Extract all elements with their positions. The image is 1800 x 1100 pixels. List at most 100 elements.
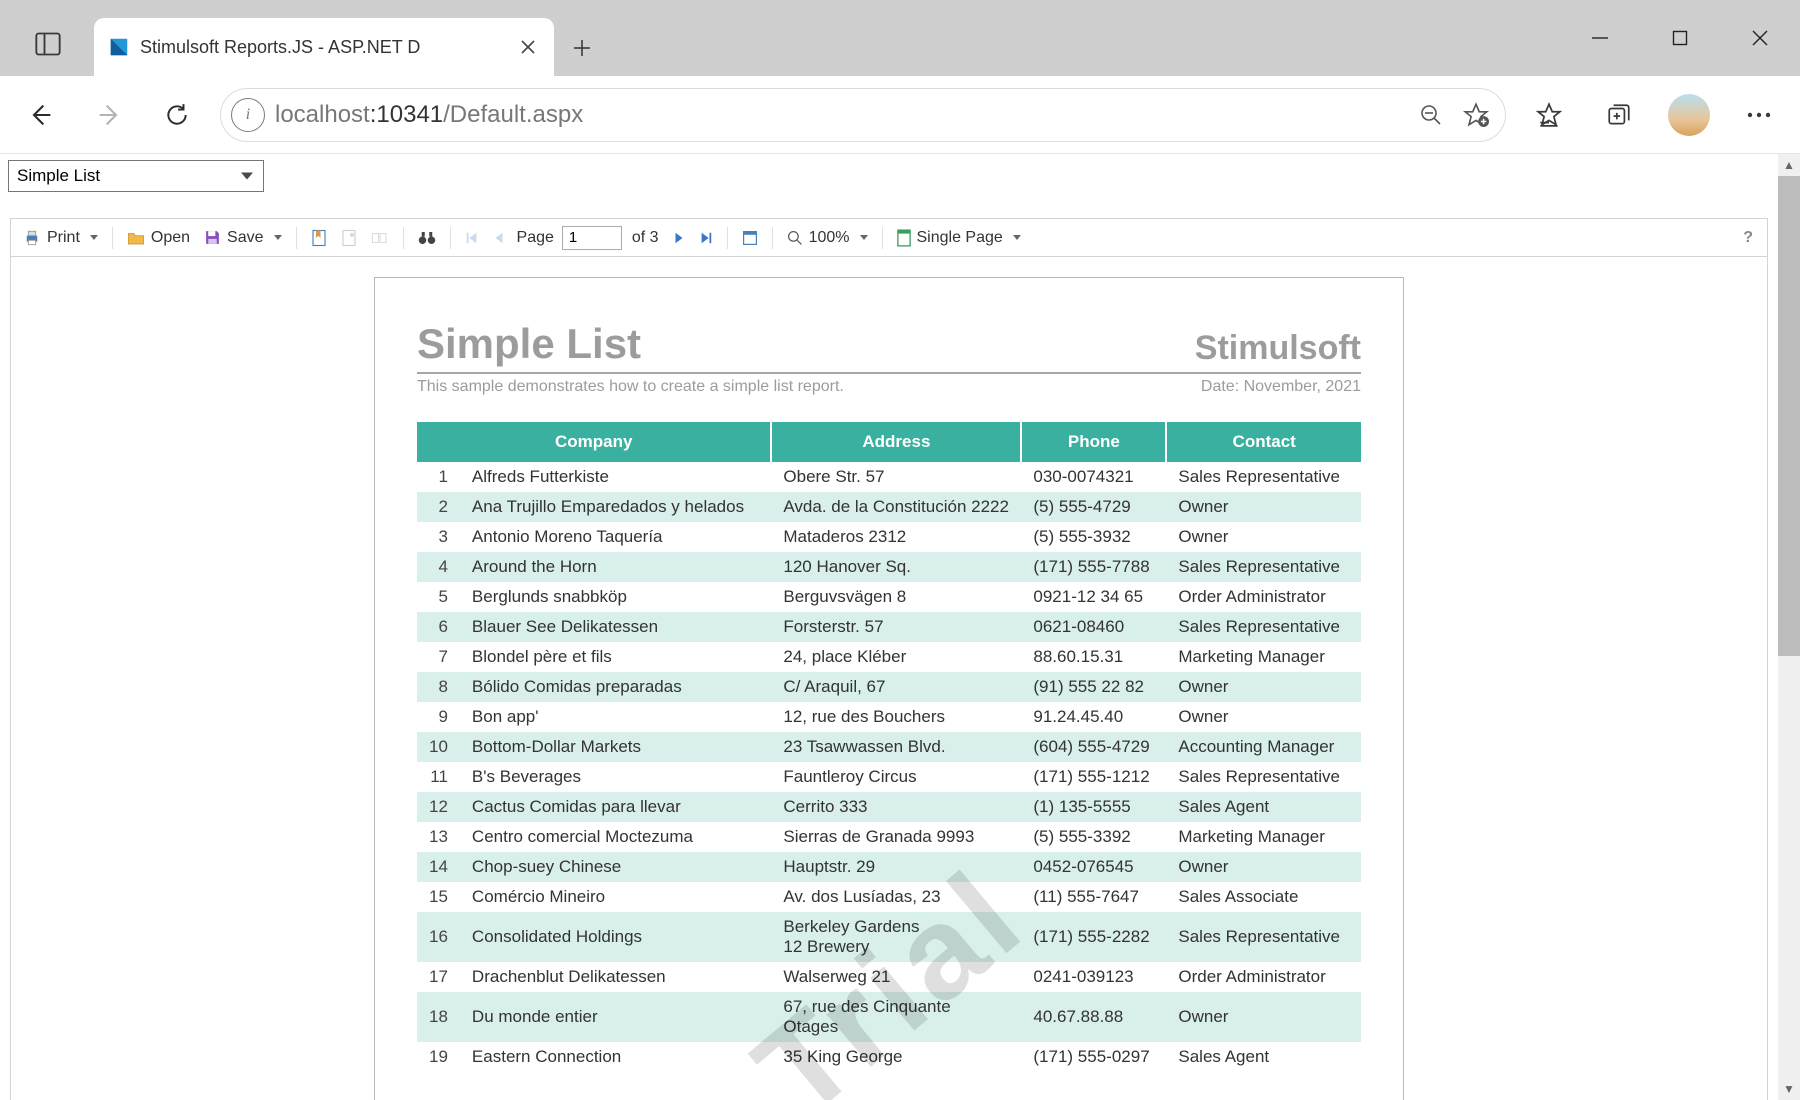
cell-address: Mataderos 2312 bbox=[771, 522, 1021, 552]
cell-company: Around the Horn bbox=[460, 552, 771, 582]
back-button[interactable] bbox=[10, 84, 72, 146]
browser-tab-active[interactable]: Stimulsoft Reports.JS - ASP.NET D bbox=[94, 18, 554, 76]
refresh-button[interactable] bbox=[146, 84, 208, 146]
report-date: Date: November, 2021 bbox=[1201, 378, 1361, 396]
cell-address: Hauptstr. 29 bbox=[771, 852, 1021, 882]
maximize-button[interactable] bbox=[1640, 13, 1720, 63]
minimize-button[interactable] bbox=[1560, 13, 1640, 63]
address-bar[interactable]: i localhost:10341/Default.aspx bbox=[220, 88, 1506, 142]
table-row: 7Blondel père et fils24, place Kléber88.… bbox=[417, 642, 1361, 672]
first-page-button[interactable] bbox=[461, 229, 483, 247]
table-row: 8Bólido Comidas preparadasC/ Araquil, 67… bbox=[417, 672, 1361, 702]
tab-close-button[interactable] bbox=[516, 35, 540, 59]
cell-address: Berkeley Gardens12 Brewery bbox=[771, 912, 1021, 962]
report-select-dropdown[interactable]: Simple List bbox=[8, 160, 264, 192]
table-row: 1Alfreds FutterkisteObere Str. 57030-007… bbox=[417, 462, 1361, 492]
help-button[interactable]: ? bbox=[1737, 229, 1759, 247]
cell-contact: Owner bbox=[1166, 992, 1361, 1042]
close-window-button[interactable] bbox=[1720, 13, 1800, 63]
report-page: Simple List Stimulsoft This sample demon… bbox=[374, 277, 1404, 1100]
row-num: 7 bbox=[417, 642, 460, 672]
cell-address: Walserweg 21 bbox=[771, 962, 1021, 992]
folder-open-icon bbox=[127, 230, 145, 246]
cell-address: Berguvsvägen 8 bbox=[771, 582, 1021, 612]
row-num: 2 bbox=[417, 492, 460, 522]
zoom-icon[interactable] bbox=[1419, 103, 1443, 127]
cell-contact: Owner bbox=[1166, 702, 1361, 732]
last-page-button[interactable] bbox=[695, 229, 717, 247]
cell-phone: 0621-08460 bbox=[1021, 612, 1166, 642]
cell-contact: Marketing Manager bbox=[1166, 642, 1361, 672]
new-tab-button[interactable] bbox=[554, 20, 610, 76]
cell-company: Du monde entier bbox=[460, 992, 771, 1042]
table-row: 2Ana Trujillo Emparedados y heladosAvda.… bbox=[417, 492, 1361, 522]
cell-address: Fauntleroy Circus bbox=[771, 762, 1021, 792]
row-num: 4 bbox=[417, 552, 460, 582]
cell-company: Consolidated Holdings bbox=[460, 912, 771, 962]
next-page-button[interactable] bbox=[669, 229, 689, 247]
fullscreen-button[interactable] bbox=[738, 228, 762, 248]
page-number-input[interactable] bbox=[562, 226, 622, 250]
viewer-toolbar: Print Open Save bbox=[11, 219, 1767, 257]
cell-phone: 91.24.45.40 bbox=[1021, 702, 1166, 732]
parameters-button[interactable] bbox=[337, 227, 361, 249]
row-num: 1 bbox=[417, 462, 460, 492]
cell-address: 67, rue des Cinquante Otages bbox=[771, 992, 1021, 1042]
table-row: 4Around the Horn120 Hanover Sq.(171) 555… bbox=[417, 552, 1361, 582]
report-title: Simple List bbox=[417, 320, 641, 368]
col-contact: Contact bbox=[1166, 422, 1361, 462]
cell-company: Ana Trujillo Emparedados y helados bbox=[460, 492, 771, 522]
print-button[interactable]: Print bbox=[19, 227, 102, 249]
bookmarks-button[interactable] bbox=[307, 227, 331, 249]
cell-contact: Marketing Manager bbox=[1166, 822, 1361, 852]
table-row: 16Consolidated HoldingsBerkeley Gardens1… bbox=[417, 912, 1361, 962]
view-mode-button[interactable]: Single Page bbox=[893, 227, 1025, 249]
vertical-scrollbar[interactable]: ▲ ▼ bbox=[1778, 154, 1800, 1100]
browser-navbar: i localhost:10341/Default.aspx bbox=[0, 76, 1800, 154]
scroll-up-button[interactable]: ▲ bbox=[1778, 154, 1800, 176]
cell-contact: Order Administrator bbox=[1166, 962, 1361, 992]
cell-address: Forsterstr. 57 bbox=[771, 612, 1021, 642]
page-total: of 3 bbox=[632, 229, 659, 247]
resources-button[interactable] bbox=[367, 227, 393, 249]
cell-contact: Sales Agent bbox=[1166, 792, 1361, 822]
more-menu-button[interactable] bbox=[1728, 84, 1790, 146]
fullscreen-icon bbox=[742, 230, 758, 246]
profile-avatar[interactable] bbox=[1658, 84, 1720, 146]
bookmark-icon bbox=[311, 229, 327, 247]
scroll-thumb[interactable] bbox=[1778, 176, 1800, 656]
cell-phone: 88.60.15.31 bbox=[1021, 642, 1166, 672]
binoculars-icon bbox=[418, 230, 436, 246]
cell-address: Avda. de la Constitución 2222 bbox=[771, 492, 1021, 522]
collections-icon[interactable] bbox=[1588, 84, 1650, 146]
table-row: 18Du monde entier67, rue des Cinquante O… bbox=[417, 992, 1361, 1042]
row-num: 10 bbox=[417, 732, 460, 762]
prev-page-button[interactable] bbox=[489, 229, 509, 247]
save-button[interactable]: Save bbox=[200, 227, 285, 249]
cell-phone: 030-0074321 bbox=[1021, 462, 1166, 492]
cell-company: Blauer See Delikatessen bbox=[460, 612, 771, 642]
open-button[interactable]: Open bbox=[123, 227, 194, 249]
find-button[interactable] bbox=[414, 228, 440, 248]
cell-contact: Sales Representative bbox=[1166, 912, 1361, 962]
site-info-icon[interactable]: i bbox=[231, 98, 265, 132]
cell-phone: (171) 555-2282 bbox=[1021, 912, 1166, 962]
forward-button[interactable] bbox=[78, 84, 140, 146]
cell-address: Sierras de Granada 9993 bbox=[771, 822, 1021, 852]
cell-phone: (1) 135-5555 bbox=[1021, 792, 1166, 822]
cell-company: Alfreds Futterkiste bbox=[460, 462, 771, 492]
scroll-down-button[interactable]: ▼ bbox=[1778, 1078, 1800, 1100]
zoom-button[interactable]: 100% bbox=[783, 227, 872, 249]
favorite-add-icon[interactable] bbox=[1463, 102, 1489, 128]
cell-phone: (11) 555-7647 bbox=[1021, 882, 1166, 912]
table-row: 10Bottom-Dollar Markets23 Tsawwassen Blv… bbox=[417, 732, 1361, 762]
parameters-icon bbox=[341, 229, 357, 247]
cell-phone: (171) 555-0297 bbox=[1021, 1042, 1166, 1072]
tab-actions-button[interactable] bbox=[18, 18, 78, 70]
cell-phone: 0921-12 34 65 bbox=[1021, 582, 1166, 612]
row-num: 5 bbox=[417, 582, 460, 612]
cell-address: Av. dos Lusíadas, 23 bbox=[771, 882, 1021, 912]
favorites-icon[interactable] bbox=[1518, 84, 1580, 146]
row-num: 19 bbox=[417, 1042, 460, 1072]
table-row: 3Antonio Moreno TaqueríaMataderos 2312(5… bbox=[417, 522, 1361, 552]
